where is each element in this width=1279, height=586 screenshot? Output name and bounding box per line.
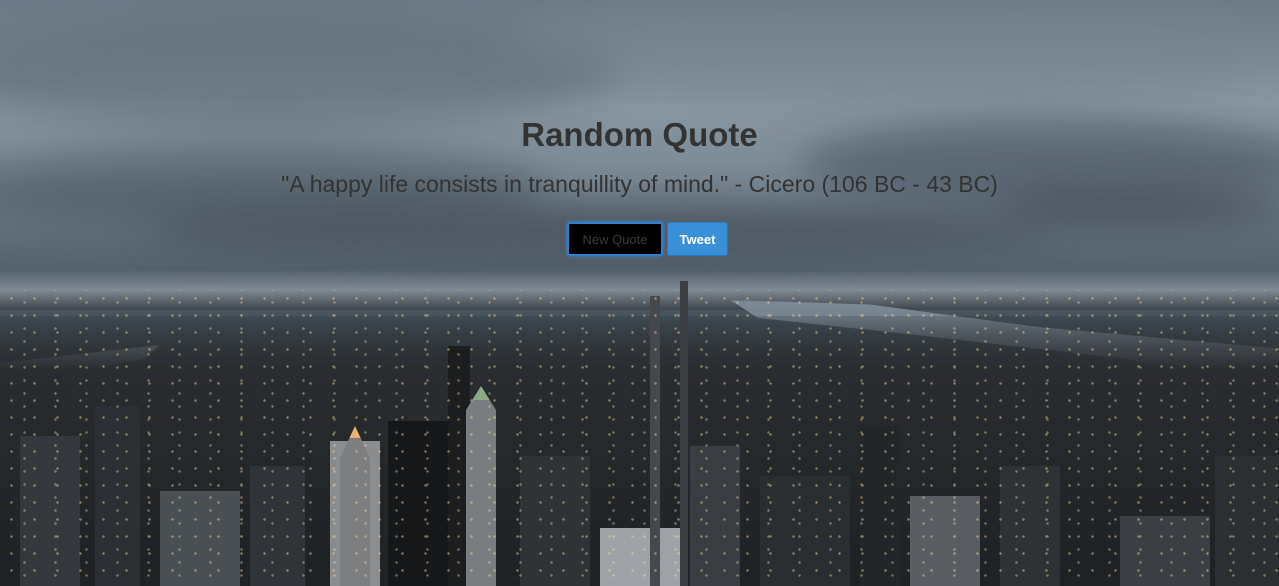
page-title: Random Quote bbox=[521, 116, 758, 153]
quote-text: "A happy life consists in tranquillity o… bbox=[281, 171, 998, 197]
city-skyline bbox=[0, 281, 1279, 586]
tweet-button[interactable]: Tweet bbox=[667, 222, 728, 256]
new-quote-button[interactable]: New Quote bbox=[567, 222, 663, 256]
background-photo bbox=[0, 0, 1279, 586]
button-group: New Quote Tweet bbox=[0, 222, 1279, 256]
